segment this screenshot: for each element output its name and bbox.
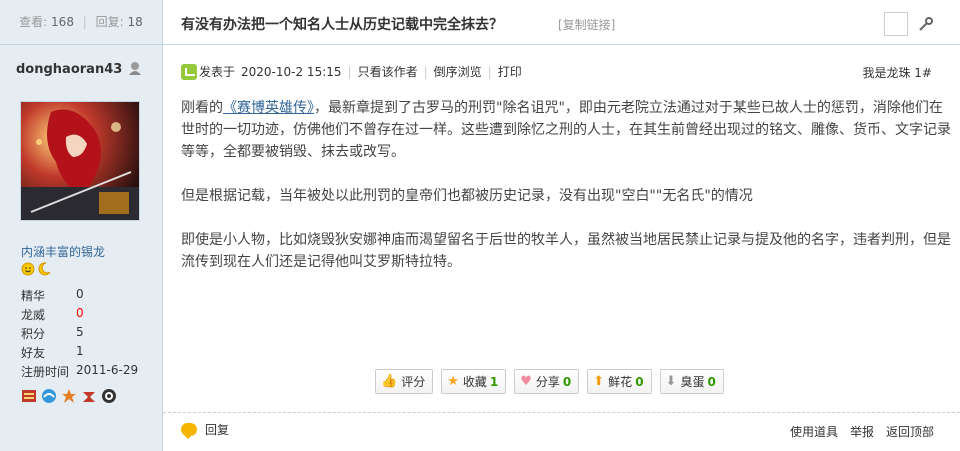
- up-arrow-icon: ⬆: [593, 374, 605, 389]
- stat-row: 好友 1: [21, 344, 151, 363]
- flower-label: 鲜花: [608, 375, 633, 389]
- posted-icon: [181, 63, 197, 80]
- heart-icon: ♥: [520, 374, 532, 389]
- favorite-button[interactable]: ★ 收藏 1: [441, 369, 507, 394]
- stat-value[interactable]: 1: [76, 344, 84, 363]
- down-arrow-icon: ⬇: [665, 374, 677, 389]
- medal-icon[interactable]: [61, 388, 77, 407]
- stat-row: 精华 0: [21, 287, 151, 306]
- thread-title-bar: 有没有办法把一个知名人士从历史记载中完全抹去？ [复制链接]: [163, 0, 960, 45]
- share-button[interactable]: ♥ 分享 0: [514, 369, 580, 394]
- author-sidebar: 查看: 168 | 回复: 18 donghaoran43 内涵丰富的锡龙 精华…: [0, 0, 163, 451]
- favorite-label: 收藏: [462, 375, 487, 389]
- stat-label: 好友: [21, 346, 46, 360]
- user-stats: 精华 0 龙威 0 积分 5 好友 1 注册时间 2011-6-29: [21, 287, 151, 382]
- divider: |: [347, 64, 352, 79]
- post-meta: 发表于 2020-10-2 15:15 | 只看该作者 | 倒序浏览 | 打印: [181, 63, 522, 80]
- sun-level-icon: [21, 262, 35, 279]
- avatar[interactable]: [20, 101, 140, 221]
- stat-value: 2011-6-29: [76, 363, 139, 377]
- level-icons: [21, 262, 51, 279]
- user-rank[interactable]: 内涵丰富的锡龙: [21, 243, 105, 260]
- report-link[interactable]: 举报: [850, 423, 874, 440]
- title-tools: [884, 12, 938, 36]
- flower-count: 0: [635, 374, 644, 389]
- share-label: 分享: [535, 375, 560, 389]
- rate-label: 评分: [401, 375, 426, 389]
- author-name[interactable]: donghaoran43: [16, 62, 122, 77]
- thumbs-up-icon: 👍: [381, 374, 398, 389]
- medal-row: [21, 388, 117, 407]
- divider: |: [423, 64, 428, 79]
- replies-count: 18: [127, 15, 143, 29]
- medal-icon[interactable]: [101, 388, 117, 407]
- print-link[interactable]: 打印: [498, 63, 522, 80]
- paragraph: 但是根据记载，当年被处以此刑罚的皇帝们也都被历史记录，没有出现"空白""无名氏"…: [181, 188, 753, 204]
- medal-icon[interactable]: [41, 388, 57, 407]
- stat-label: 积分: [21, 327, 46, 341]
- post-content: 刚看的《赛博英雄传》，最新章提到了古罗马的刑罚"除名诅咒"，即由元老院立法通过对…: [181, 97, 951, 295]
- reply-bubble-icon: [181, 423, 197, 439]
- only-author-link[interactable]: 只看该作者: [358, 63, 418, 80]
- use-tool-link[interactable]: 使用道具: [790, 423, 838, 440]
- floor-label[interactable]: 我是龙珠 1#: [862, 64, 932, 81]
- stat-value: 0: [76, 306, 84, 320]
- prev-thread-icon[interactable]: [884, 12, 908, 36]
- reply-button[interactable]: 回复: [181, 421, 230, 439]
- moon-level-icon: [37, 262, 51, 279]
- stat-label: 注册时间: [21, 365, 70, 379]
- stat-row: 注册时间 2011-6-29: [21, 363, 151, 382]
- thread-stats: 查看: 168 | 回复: 18: [0, 0, 162, 45]
- post-main: 有没有办法把一个知名人士从历史记载中完全抹去？ [复制链接] 发表于 2020-…: [163, 0, 960, 451]
- rate-button[interactable]: 👍 评分: [375, 369, 434, 394]
- medal-icon[interactable]: [81, 388, 97, 407]
- posted-time: 2020-10-2 15:15: [241, 64, 342, 79]
- text: 刚看的: [181, 100, 223, 116]
- divider: |: [82, 15, 87, 29]
- reply-label: 回复: [205, 423, 230, 437]
- copy-link-button[interactable]: [复制链接]: [558, 16, 615, 33]
- flower-button[interactable]: ⬆ 鲜花 0: [587, 369, 652, 394]
- post-footer: 回复 使用道具 举报 返回顶部: [163, 412, 960, 451]
- views-label: 查看:: [19, 15, 48, 29]
- back-to-top-link[interactable]: 返回顶部: [886, 423, 934, 440]
- paragraph: 刚看的《赛博英雄传》，最新章提到了古罗马的刑罚"除名诅咒"，即由元老院立法通过对…: [181, 97, 951, 163]
- egg-label: 臭蛋: [680, 375, 705, 389]
- stat-value[interactable]: 0: [76, 287, 84, 306]
- wrench-icon[interactable]: [914, 12, 938, 36]
- divider: |: [487, 64, 492, 79]
- post-actions: 👍 评分 ★ 收藏 1 ♥ 分享 0 ⬆ 鲜花 0 ⬇ 臭蛋 0: [375, 369, 724, 394]
- egg-button[interactable]: ⬇ 臭蛋 0: [659, 369, 724, 394]
- views-count: 168: [51, 15, 74, 29]
- paragraph: 即使是小人物，比如烧毁狄安娜神庙而渴望留名于后世的牧羊人，虽然被当地居民禁止记录…: [181, 232, 951, 270]
- offline-status-icon: [127, 60, 143, 79]
- novel-link[interactable]: 《赛博英雄传》: [223, 100, 314, 116]
- stat-row: 积分 5: [21, 325, 151, 344]
- footer-links: 使用道具 举报 返回顶部: [790, 423, 934, 440]
- thread-title: 有没有办法把一个知名人士从历史记载中完全抹去？: [181, 17, 503, 33]
- egg-count: 0: [707, 374, 716, 389]
- replies-label: 回复:: [95, 15, 124, 29]
- reverse-view-link[interactable]: 倒序浏览: [434, 63, 482, 80]
- stat-value: 5: [76, 325, 84, 339]
- posted-label: 发表于: [199, 65, 236, 79]
- star-icon: ★: [447, 374, 459, 389]
- stat-label: 龙威: [21, 308, 46, 322]
- share-count: 0: [562, 374, 572, 389]
- favorite-count: 1: [489, 374, 499, 389]
- stat-label: 精华: [21, 289, 46, 303]
- stat-row: 龙威 0: [21, 306, 151, 325]
- medal-icon[interactable]: [21, 388, 37, 407]
